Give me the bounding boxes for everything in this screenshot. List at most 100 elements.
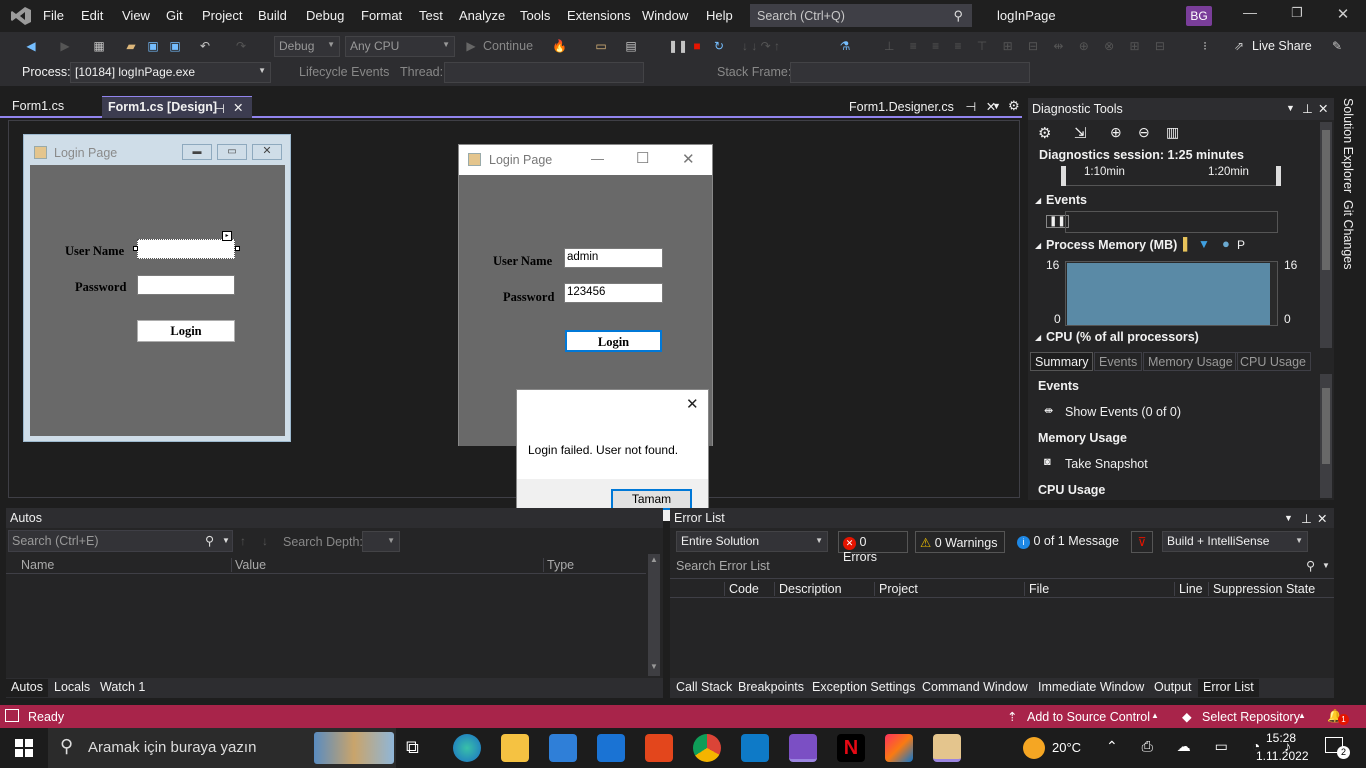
column-header-code[interactable]: Code <box>724 582 759 596</box>
timeline-handle[interactable] <box>1061 166 1066 186</box>
file-explorer-icon[interactable] <box>501 734 529 762</box>
summary-scrollbar[interactable] <box>1320 374 1332 498</box>
restore-icon[interactable]: ❐ <box>1287 5 1307 21</box>
git-changes-tab[interactable]: Git Changes <box>1341 200 1355 269</box>
pin-icon[interactable]: ⊥ <box>1301 511 1312 526</box>
visual-studio-icon[interactable] <box>789 734 817 762</box>
column-header-suppression[interactable]: Suppression State <box>1208 582 1315 596</box>
zoom-out-icon[interactable]: ⊖ <box>1138 124 1150 141</box>
smart-tag-icon[interactable]: ▸ <box>222 231 232 241</box>
redo-icon[interactable]: ↷ <box>234 39 248 53</box>
netflix-icon[interactable]: N <box>837 734 865 762</box>
edge-icon[interactable] <box>453 734 481 762</box>
folder-icon[interactable]: ▭ <box>594 39 608 53</box>
tab-events[interactable]: Events <box>1094 352 1143 371</box>
user-avatar[interactable]: BG <box>1186 6 1212 26</box>
tab-dropdown-icon[interactable]: ▼ <box>992 101 1001 111</box>
close-icon[interactable]: ✕ <box>1317 511 1327 526</box>
live-share-button[interactable]: Live Share <box>1252 39 1312 53</box>
close-icon[interactable]: ✕ <box>686 395 699 413</box>
menu-edit[interactable]: Edit <box>81 8 103 23</box>
stack-frame-dropdown[interactable] <box>790 62 1030 83</box>
column-header-description[interactable]: Description <box>774 582 842 596</box>
column-header-value[interactable]: Value <box>231 558 266 572</box>
scroll-thumb[interactable] <box>1322 130 1330 270</box>
expand-triangle-icon[interactable]: ◢ <box>1035 241 1041 250</box>
scroll-down-icon[interactable]: ▼ <box>650 662 658 671</box>
expand-triangle-icon[interactable]: ◢ <box>1035 333 1041 342</box>
configuration-dropdown[interactable]: Debug ▼ <box>274 36 340 57</box>
password-textbox[interactable]: 123456 <box>564 283 663 303</box>
minimize-icon[interactable]: — <box>1240 4 1260 20</box>
feedback-icon[interactable]: ✎ <box>1330 39 1344 53</box>
menu-format[interactable]: Format <box>361 8 402 23</box>
column-header-name[interactable]: Name <box>21 558 54 572</box>
mail-icon[interactable] <box>597 734 625 762</box>
expand-triangle-icon[interactable]: ◢ <box>1035 196 1041 205</box>
task-view-icon[interactable]: ⧉ <box>406 737 419 758</box>
overflow-icon[interactable]: ⁝ <box>1198 39 1212 53</box>
save-all-icon[interactable]: ▣ <box>168 39 182 53</box>
continue-button[interactable]: Continue <box>483 39 533 53</box>
username-textbox[interactable] <box>137 239 235 259</box>
show-events-link[interactable]: Show Events (0 of 0) <box>1065 405 1181 419</box>
username-textbox[interactable]: admin <box>564 248 663 268</box>
minimize-icon[interactable]: — <box>591 151 604 166</box>
live-share-icon[interactable]: ⇗ <box>1232 39 1246 53</box>
diagnostics-icon[interactable]: ⚗ <box>838 39 852 53</box>
restart-icon[interactable]: ↻ <box>712 39 726 53</box>
menu-test[interactable]: Test <box>419 8 443 23</box>
chrome-icon[interactable] <box>693 734 721 762</box>
scroll-up-icon[interactable]: ▲ <box>650 555 658 564</box>
errors-filter-button[interactable]: ✕ 0 Errors <box>838 531 908 564</box>
back-icon[interactable]: ◀ <box>24 39 38 53</box>
store-icon[interactable] <box>549 734 577 762</box>
tab-autos[interactable]: Autos <box>6 679 48 697</box>
tab-immediate-window[interactable]: Immediate Window <box>1038 680 1144 694</box>
pause-icon[interactable]: ❚❚ <box>668 39 688 53</box>
selection-handle[interactable] <box>133 246 138 251</box>
tab-cpu-usage[interactable]: CPU Usage <box>1235 352 1311 371</box>
menu-debug[interactable]: Debug <box>306 8 344 23</box>
autos-search-input[interactable]: Search (Ctrl+E) ⚲ ▼ <box>8 530 233 552</box>
pin-icon[interactable]: ⊣ <box>214 101 225 116</box>
vscode-icon[interactable] <box>741 734 769 762</box>
maximize-icon[interactable]: ☐ <box>636 149 649 167</box>
tab-output[interactable]: Output <box>1154 680 1192 694</box>
weather-temp[interactable]: 20°C <box>1052 740 1081 755</box>
forward-icon[interactable]: ▶ <box>58 39 72 53</box>
build-filter-dropdown[interactable]: Build + IntelliSense ▼ <box>1162 531 1308 552</box>
add-to-source-control-button[interactable]: Add to Source Control <box>1027 710 1150 724</box>
continue-icon[interactable]: ▶ <box>464 39 478 53</box>
menu-view[interactable]: View <box>122 8 150 23</box>
lifecycle-events-button[interactable]: Lifecycle Events <box>299 65 389 79</box>
undo-icon[interactable]: ↶ <box>198 39 212 53</box>
tab-watch-1[interactable]: Watch 1 <box>100 680 145 694</box>
search-up-icon[interactable]: ↑ <box>240 534 246 548</box>
tab-form1-designer-cs[interactable]: Form1.Designer.cs ⊣ ✕ <box>843 96 1002 118</box>
taskbar-search-box[interactable]: ⚲ Aramak için buraya yazın <box>48 728 396 768</box>
tab-error-list[interactable]: Error List <box>1198 679 1259 697</box>
zoom-in-icon[interactable]: ⊕ <box>1110 124 1122 141</box>
clock-time[interactable]: 15:28 <box>1266 731 1296 745</box>
stop-icon[interactable]: ■ <box>690 39 704 53</box>
tab-breakpoints[interactable]: Breakpoints <box>738 680 804 694</box>
autos-scrollbar[interactable]: ▲ ▼ <box>648 554 660 676</box>
save-icon[interactable]: ▣ <box>146 39 160 53</box>
diag-scrollbar[interactable] <box>1320 122 1332 348</box>
error-list-search-input[interactable]: Search Error List ⚲ ▼ <box>670 555 1334 577</box>
search-depth-dropdown[interactable]: ▼ <box>362 531 400 552</box>
solution-explorer-tab[interactable]: Solution Explorer <box>1341 98 1355 193</box>
menu-window[interactable]: Window <box>642 8 688 23</box>
tab-command-window[interactable]: Command Window <box>922 680 1028 694</box>
process-dropdown[interactable]: [10184] logInPage.exe ▼ <box>70 62 271 83</box>
clock-date[interactable]: 1.11.2022 <box>1256 749 1309 763</box>
filter-icon[interactable]: ⊽ <box>1131 531 1153 553</box>
thread-dropdown[interactable] <box>444 62 644 83</box>
menu-extensions[interactable]: Extensions <box>567 8 631 23</box>
layout-icon[interactable]: ▤ <box>624 39 638 53</box>
hot-reload-icon[interactable]: 🔥 <box>552 39 567 53</box>
menu-git[interactable]: Git <box>166 8 183 23</box>
chevron-down-icon[interactable]: ▼ <box>1286 103 1295 113</box>
open-file-icon[interactable]: ▰ <box>124 39 138 53</box>
